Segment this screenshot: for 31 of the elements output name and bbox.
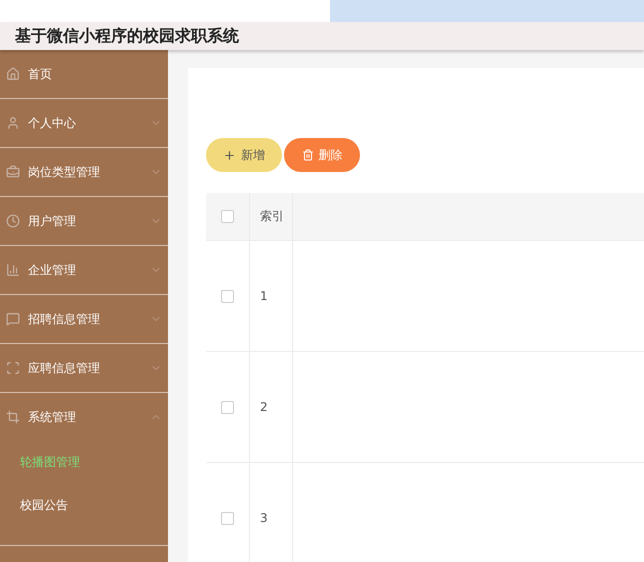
bar-chart-icon — [6, 263, 20, 277]
user-icon — [6, 116, 20, 130]
table-cell: 1 — [260, 289, 268, 303]
sidebar-item[interactable]: 企业管理 — [0, 246, 168, 295]
submenu-item[interactable]: 轮播图管理 — [0, 441, 168, 484]
table-cell: 3 — [260, 511, 268, 525]
checkbox[interactable] — [221, 512, 234, 524]
add-button[interactable]: 新增 — [206, 138, 282, 172]
sidebar-item[interactable]: 应聘信息管理 — [0, 344, 168, 393]
frame-icon — [6, 361, 20, 375]
column-header: 索引 — [260, 208, 284, 225]
checkbox[interactable] — [221, 210, 234, 223]
sidebar-item[interactable]: 个人中心 — [0, 99, 168, 148]
delete-button[interactable]: 删除 — [284, 138, 360, 172]
message-icon — [6, 312, 20, 326]
checkbox[interactable] — [221, 290, 234, 302]
briefcase-icon — [6, 165, 20, 179]
submenu-item[interactable]: 校园公告 — [0, 484, 168, 527]
sidebar-item[interactable]: 招聘信息管理 — [0, 295, 168, 344]
sidebar-item[interactable]: 首页 — [0, 50, 168, 99]
checkbox[interactable] — [221, 400, 234, 414]
trash-icon — [302, 149, 314, 161]
home-icon — [6, 67, 20, 81]
sidebar-item[interactable]: 用户管理 — [0, 197, 168, 246]
table-cell: 2 — [260, 400, 268, 414]
app-title: 基于微信小程序的校园求职系统 — [15, 26, 239, 46]
crop-icon — [6, 410, 20, 424]
clock-icon — [6, 214, 20, 228]
sidebar-item[interactable]: 系统管理 — [0, 393, 168, 441]
plus-icon — [223, 148, 236, 162]
sidebar-item[interactable]: 岗位类型管理 — [0, 148, 168, 197]
